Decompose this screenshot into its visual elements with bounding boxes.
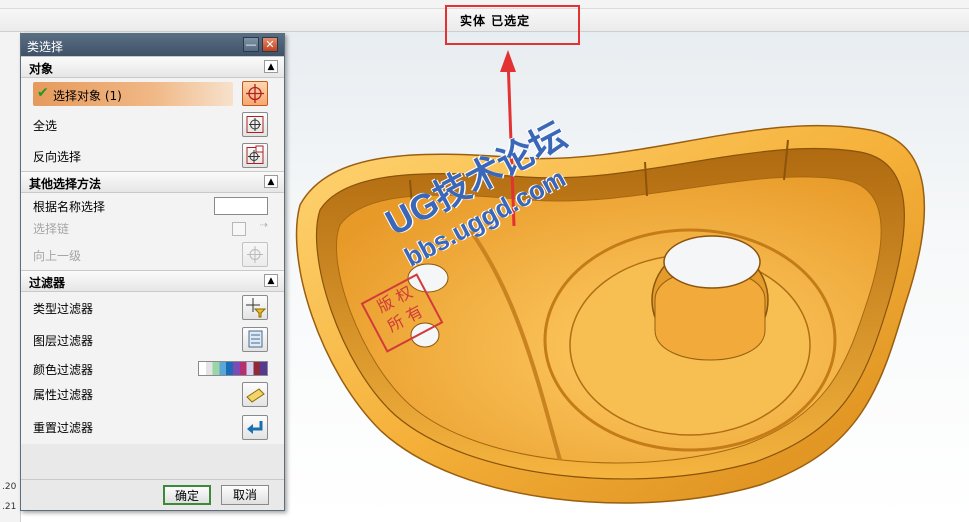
ok-button[interactable]: 确定 [163, 485, 211, 505]
type-filter-label: 类型过滤器 [33, 302, 94, 316]
invert-selection-button[interactable] [242, 143, 268, 168]
attribute-filter-icon [246, 388, 265, 403]
cancel-button[interactable]: 取消 [221, 485, 269, 505]
select-objects-button[interactable] [242, 81, 268, 106]
reset-filter-button[interactable] [242, 415, 268, 440]
left-strip-number: .21 [2, 502, 17, 512]
invert-selection-row: 反向选择 [21, 140, 284, 171]
dialog-titlebar[interactable]: 类选择 — ✕ [21, 34, 284, 56]
up-one-level-button[interactable] [242, 242, 268, 267]
chevron-up-icon[interactable]: ▲ [264, 60, 278, 73]
section-filters-title: 过滤器 [29, 276, 66, 290]
type-filter-icon [246, 298, 267, 318]
select-chain-checkbox[interactable] [232, 222, 246, 236]
chevron-up-icon[interactable]: ▲ [264, 274, 278, 287]
checkmark-icon: ✔ [37, 85, 49, 101]
section-object: 对象 ▲ ✔ 选择对象 (1) 全选 反向选择 [21, 56, 284, 171]
layer-filter-icon [248, 330, 263, 348]
reset-filter-row: 重置过滤器 [21, 410, 284, 444]
class-selection-dialog: 类选择 — ✕ 对象 ▲ ✔ 选择对象 (1) 全选 反向选择 其他选择方法 ▲… [20, 33, 285, 511]
left-strip-number: .20 [2, 482, 17, 492]
color-filter-row: 颜色过滤器 [21, 356, 284, 380]
section-object-title: 对象 [29, 62, 54, 76]
up-one-level-row: 向上一级 [21, 239, 284, 270]
select-all-label: 全选 [33, 119, 58, 133]
left-panel-strip: .20 .21 [0, 32, 21, 522]
layer-filter-row: 图层过滤器 [21, 324, 284, 356]
attribute-filter-button[interactable] [242, 382, 268, 407]
select-by-name-row: 根据名称选择 [21, 193, 284, 217]
layer-filter-button[interactable] [242, 327, 268, 352]
section-filters-header[interactable]: 过滤器 ▲ [21, 271, 284, 292]
select-all-row: 全选 [21, 109, 284, 140]
select-all-icon [246, 116, 264, 133]
crosshair-icon [246, 84, 264, 103]
attribute-filter-row: 属性过滤器 [21, 380, 284, 410]
color-filter-swatch[interactable] [198, 361, 268, 376]
select-chain-row: 选择链 ⇢ [21, 217, 284, 239]
select-by-name-label: 根据名称选择 [33, 200, 106, 214]
section-filters: 过滤器 ▲ 类型过滤器 图层过滤器 颜色过滤器 属性过滤器 重置过滤器 [21, 270, 284, 444]
dialog-title: 类选择 [27, 40, 64, 54]
minimize-button[interactable]: — [243, 37, 259, 52]
reset-filter-label: 重置过滤器 [33, 421, 94, 435]
select-objects-highlight[interactable]: ✔ 选择对象 (1) [33, 82, 233, 106]
select-objects-row[interactable]: ✔ 选择对象 (1) [21, 78, 284, 109]
dialog-footer: 确定 取消 [21, 479, 284, 510]
section-other-methods: 其他选择方法 ▲ 根据名称选择 选择链 ⇢ 向上一级 [21, 171, 284, 270]
reset-arrow-icon [247, 421, 263, 434]
color-filter-label: 颜色过滤器 [33, 363, 94, 377]
status-highlight-box [445, 5, 580, 45]
chain-icon: ⇢ [259, 220, 268, 231]
up-one-level-label: 向上一级 [33, 249, 82, 263]
attribute-filter-label: 属性过滤器 [33, 388, 94, 402]
crosshair-icon [247, 246, 263, 263]
section-other-methods-header[interactable]: 其他选择方法 ▲ [21, 172, 284, 193]
type-filter-button[interactable] [242, 295, 268, 320]
close-button[interactable]: ✕ [262, 37, 278, 52]
select-objects-label: 选择对象 (1) [53, 89, 122, 103]
layer-filter-label: 图层过滤器 [33, 334, 94, 348]
section-other-methods-title: 其他选择方法 [29, 177, 102, 191]
select-chain-label: 选择链 [33, 222, 70, 236]
section-object-header[interactable]: 对象 ▲ [21, 57, 284, 78]
select-all-button[interactable] [242, 112, 268, 137]
select-by-name-input[interactable] [214, 197, 268, 215]
type-filter-row: 类型过滤器 [21, 292, 284, 324]
invert-selection-label: 反向选择 [33, 150, 82, 164]
invert-selection-icon [246, 145, 264, 164]
chevron-up-icon[interactable]: ▲ [264, 175, 278, 188]
